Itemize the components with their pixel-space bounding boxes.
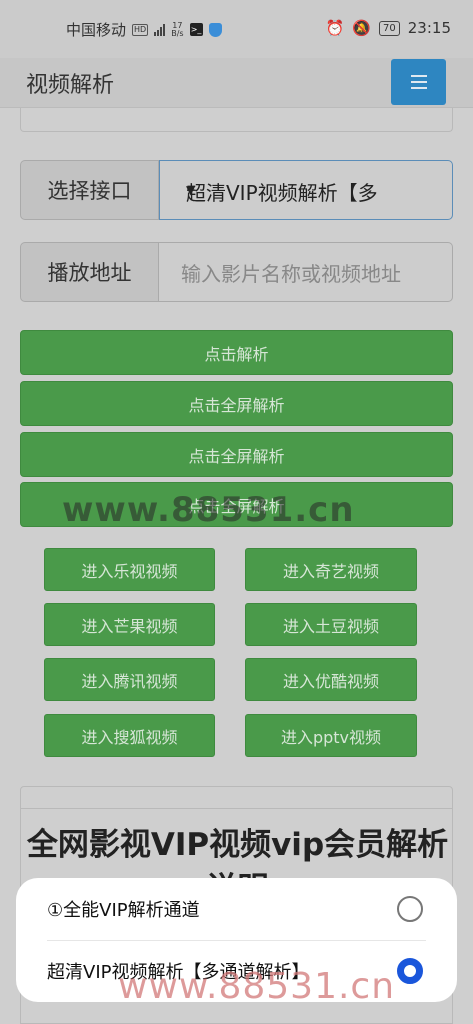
top-panel	[20, 108, 453, 132]
menu-button[interactable]	[391, 59, 446, 105]
site-button-tencent[interactable]: 进入腾讯视频	[44, 658, 215, 701]
address-group: 播放地址 输入影片名称或视频地址	[20, 242, 453, 302]
status-bar: 中国移动 HD 17 B/s >_ ⏰ 🔕 70 23:15	[0, 0, 473, 58]
fullscreen-parse-button-2[interactable]: 点击全屏解析	[20, 432, 453, 477]
radio-unchecked-icon[interactable]	[397, 896, 423, 922]
shield-icon	[208, 22, 222, 37]
parse-button[interactable]: 点击解析	[20, 330, 453, 375]
address-label: 播放地址	[20, 242, 159, 302]
site-button-pptv[interactable]: 进入pptv视频	[245, 714, 417, 757]
site-button-tudou[interactable]: 进入土豆视频	[245, 603, 417, 646]
radio-checked-icon[interactable]	[397, 958, 423, 984]
hamburger-line	[410, 81, 427, 83]
carrier-name: 中国移动	[66, 21, 127, 39]
site-button-mango[interactable]: 进入芒果视频	[44, 603, 215, 646]
panel-header	[21, 787, 452, 809]
page-title: 视频解析	[26, 73, 115, 98]
watermark-bottom: www.88531.cn	[118, 966, 396, 1007]
fullscreen-parse-button-1[interactable]: 点击全屏解析	[20, 381, 453, 426]
site-button-iqiyi[interactable]: 进入奇艺视频	[245, 548, 417, 591]
speed-unit: B/s	[171, 28, 184, 38]
mute-icon: 🔕	[352, 19, 372, 37]
network-speed: 17 B/s	[171, 21, 184, 38]
hamburger-menu-icon	[410, 75, 427, 77]
signal-icon	[154, 23, 166, 36]
sheet-option-1[interactable]: ①全能VIP解析通道	[16, 878, 457, 940]
watermark: www.88531.cn	[62, 490, 355, 530]
hamburger-line	[410, 87, 427, 89]
sheet-option-label: ①全能VIP解析通道	[47, 900, 200, 921]
interface-group: 选择接口 超清VIP视频解析【多 ▼	[20, 160, 453, 220]
alarm-icon: ⏰	[325, 19, 345, 37]
site-button-youku[interactable]: 进入优酷视频	[245, 658, 417, 701]
site-button-letv[interactable]: 进入乐视视频	[44, 548, 215, 591]
dropdown-caret-icon: ▼	[186, 183, 196, 197]
address-input[interactable]: 输入影片名称或视频地址	[159, 242, 453, 302]
battery-icon: 70	[379, 20, 400, 36]
terminal-icon: >_	[189, 23, 203, 36]
hd-badge: HD	[132, 23, 149, 36]
status-time: 23:15	[407, 19, 451, 37]
interface-label: 选择接口	[20, 160, 159, 220]
status-right: ⏰ 🔕 70 23:15	[326, 19, 451, 37]
app-header: 视频解析	[0, 58, 473, 108]
interface-select[interactable]: 超清VIP视频解析【多 ▼	[159, 160, 453, 220]
site-button-sohu[interactable]: 进入搜狐视频	[44, 714, 215, 757]
status-left: 中国移动 HD 17 B/s >_	[66, 19, 222, 40]
